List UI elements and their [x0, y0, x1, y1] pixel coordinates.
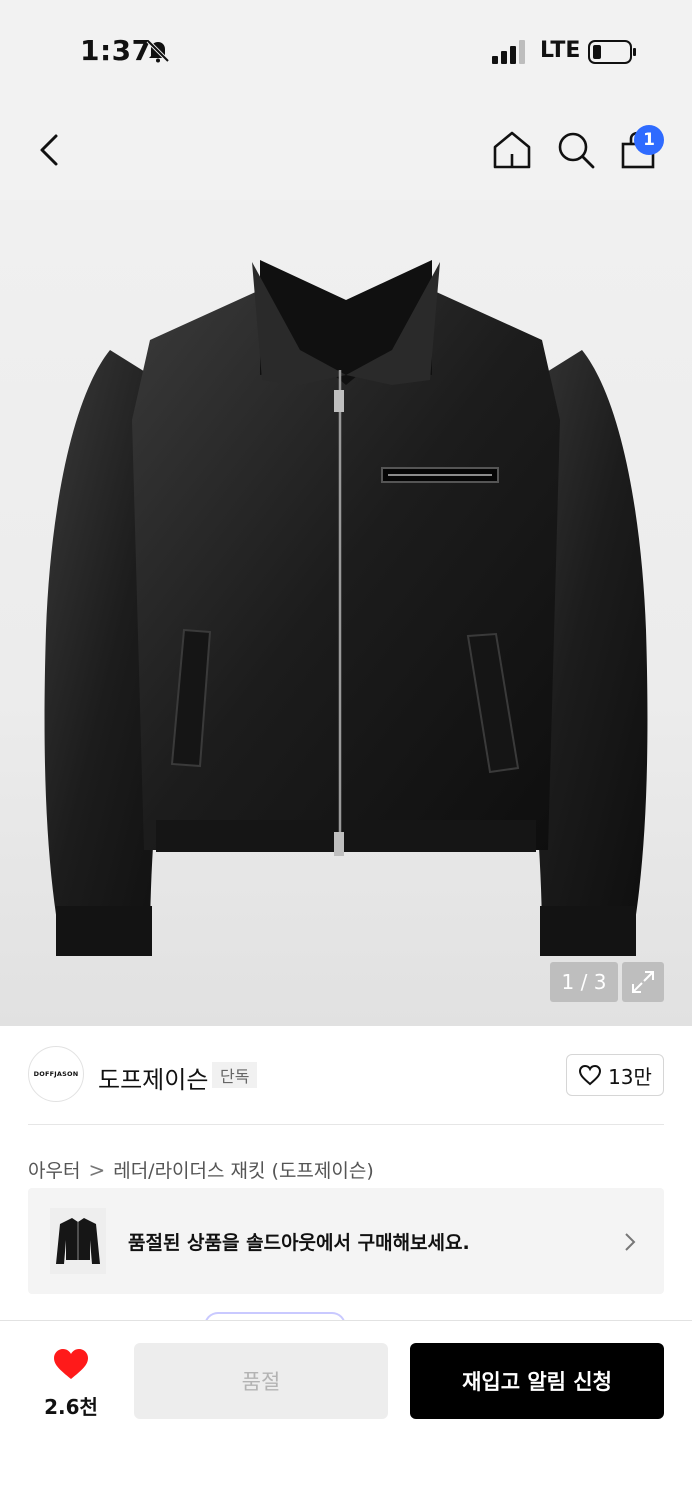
heart-filled-icon	[54, 1349, 88, 1379]
image-counter: 1 / 3	[550, 962, 618, 1002]
expand-icon	[632, 971, 654, 993]
chevron-right-icon	[625, 1233, 636, 1251]
soldout-button[interactable]: 품절	[134, 1343, 388, 1419]
bell-mute-icon	[146, 39, 170, 63]
home-icon[interactable]	[490, 128, 534, 172]
exclusive-badge: 단독	[212, 1062, 258, 1088]
brand-logo[interactable]: DOFFJASON	[28, 1046, 84, 1102]
divider	[28, 1124, 664, 1125]
breadcrumb: 아우터 > 레더/라이더스 재킷 (도프제이슨)	[28, 1156, 374, 1183]
brand-row: DOFFJASON 도프제이슨 단독 13만	[0, 1026, 692, 1126]
breadcrumb-category[interactable]: 아우터	[28, 1156, 80, 1183]
brand-name[interactable]: 도프제이슨	[98, 1060, 208, 1095]
product-gallery[interactable]	[0, 200, 692, 1026]
leather-jacket-image	[44, 260, 648, 956]
soldout-banner-text: 품절된 상품을 솔드아웃에서 구매해보세요.	[128, 1232, 470, 1254]
restock-alert-button[interactable]: 재입고 알림 신청	[410, 1343, 664, 1419]
status-bar: 1:37 LTE	[0, 0, 692, 100]
wishlist-button[interactable]: 2.6천	[28, 1347, 114, 1419]
wishlist-count: 2.6천	[44, 1395, 98, 1419]
expand-image-button[interactable]	[622, 962, 664, 1002]
status-time: 1:37	[80, 34, 152, 67]
breadcrumb-separator: >	[88, 1157, 106, 1182]
heart-outline-icon	[579, 1064, 602, 1086]
network-label: LTE	[540, 38, 581, 63]
back-arrow-icon[interactable]	[28, 128, 72, 172]
signal-icon	[492, 40, 525, 64]
search-icon[interactable]	[554, 128, 598, 172]
breadcrumb-subcategory[interactable]: 레더/라이더스 재킷 (도프제이슨)	[113, 1156, 374, 1183]
brand-like-count: 13만	[608, 1064, 652, 1089]
cart-count-badge: 1	[634, 125, 664, 155]
battery-icon	[588, 40, 636, 64]
bottom-action-bar: 2.6천 품절 재입고 알림 신청	[0, 1320, 692, 1500]
jacket-thumbnail	[50, 1208, 106, 1274]
soldout-banner[interactable]: 품절된 상품을 솔드아웃에서 구매해보세요.	[28, 1188, 664, 1294]
brand-like-button[interactable]: 13만	[566, 1054, 664, 1096]
